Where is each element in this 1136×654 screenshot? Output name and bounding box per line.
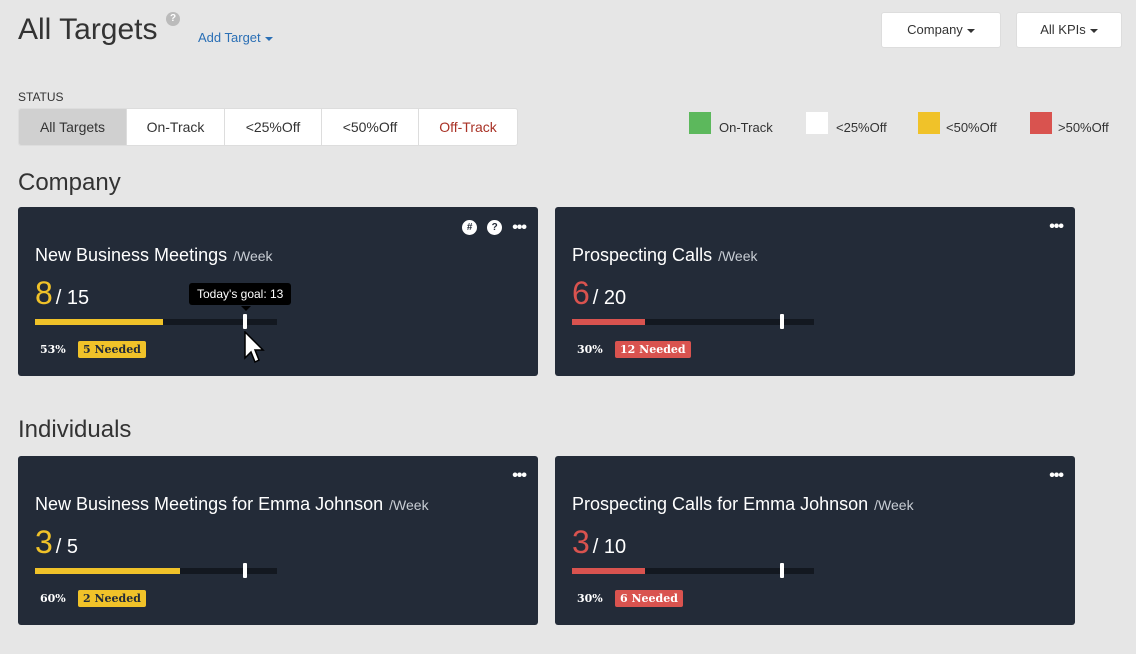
status-label: STATUS	[18, 90, 64, 104]
card-unit: /Week	[874, 497, 914, 513]
goal-tooltip: Today's goal: 13	[189, 283, 292, 305]
card-title: New Business Meetings/Week	[35, 245, 273, 266]
section-title-individuals: Individuals	[18, 416, 132, 443]
legend-swatch	[689, 112, 711, 134]
card-unit: /Week	[233, 248, 273, 264]
more-icon[interactable]: •••	[1049, 468, 1064, 484]
card-value: 8/ 15	[35, 275, 89, 312]
legend-label: On-Track	[719, 120, 773, 135]
card-actual: 8	[35, 275, 53, 311]
caret-down-icon	[1089, 28, 1098, 33]
card-target-value: 20	[603, 287, 627, 309]
card-target-separator: /	[55, 287, 67, 309]
more-icon[interactable]: •••	[512, 219, 527, 235]
target-card[interactable]: ••• New Business Meetings for Emma Johns…	[18, 456, 538, 625]
status-on-track-button[interactable]: On-Track	[127, 109, 225, 145]
card-actual: 6	[572, 275, 590, 311]
status-25-off-button[interactable]: <25%Off	[225, 109, 322, 145]
card-target-separator: /	[592, 287, 604, 309]
progress-percent: 53%	[40, 343, 66, 356]
progress-bar	[35, 568, 277, 574]
add-target-dropdown[interactable]: Add Target	[198, 30, 273, 45]
needed-badge: 2 Needed	[78, 590, 146, 607]
card-target-separator: /	[592, 536, 604, 558]
card-target-value: 15	[66, 287, 90, 309]
progress-bar	[572, 319, 814, 325]
card-target-separator: /	[55, 536, 67, 558]
card-title-text: Prospecting Calls for Emma Johnson	[572, 494, 869, 514]
progress-bar	[35, 319, 277, 325]
more-icon[interactable]: •••	[1049, 219, 1064, 235]
card-actions: •••	[1049, 219, 1064, 235]
hash-icon[interactable]: #	[462, 220, 478, 235]
more-icon[interactable]: •••	[512, 468, 527, 484]
status-all-targets-button[interactable]: All Targets	[19, 109, 127, 145]
question-circle-icon[interactable]: ?	[166, 12, 180, 26]
card-target-value: 10	[603, 536, 627, 558]
card-value: 6/ 20	[572, 275, 626, 312]
card-target: / 20	[593, 287, 626, 309]
card-value: 3/ 10	[572, 524, 626, 561]
legend-label: >50%Off	[1058, 120, 1109, 135]
card-title-text: Prospecting Calls	[572, 245, 713, 265]
company-dropdown[interactable]: Company	[881, 12, 1001, 48]
progress-fill	[35, 568, 180, 574]
mouse-pointer-icon	[244, 330, 266, 372]
progress-fill	[572, 319, 645, 325]
card-title: New Business Meetings for Emma Johnson/W…	[35, 494, 429, 515]
card-target: / 15	[56, 287, 89, 309]
card-target: / 5	[56, 536, 78, 558]
needed-badge: 5 Needed	[78, 341, 146, 358]
goal-marker[interactable]	[243, 314, 247, 329]
card-unit: /Week	[718, 248, 758, 264]
status-50-off-button[interactable]: <50%Off	[322, 109, 419, 145]
card-actions: # ? •••	[462, 219, 527, 235]
help-icon[interactable]: ?	[487, 220, 503, 235]
legend-label: <50%Off	[946, 120, 997, 135]
card-actual: 3	[572, 524, 590, 560]
page-title: All Targets	[18, 13, 158, 46]
legend-swatch	[918, 112, 940, 134]
card-title: Prospecting Calls/Week	[572, 245, 758, 266]
card-target: / 10	[593, 536, 626, 558]
card-title-text: New Business Meetings for Emma Johnson	[35, 494, 384, 514]
card-title: Prospecting Calls for Emma Johnson/Week	[572, 494, 914, 515]
target-card[interactable]: ••• Prospecting Calls for Emma Johnson/W…	[555, 456, 1075, 625]
needed-badge: 6 Needed	[615, 590, 683, 607]
card-actions: •••	[512, 468, 527, 484]
goal-marker[interactable]	[243, 563, 247, 578]
card-value: 3/ 5	[35, 524, 78, 561]
card-unit: /Week	[389, 497, 429, 513]
goal-marker[interactable]	[780, 314, 784, 329]
kpis-dropdown[interactable]: All KPIs	[1016, 12, 1122, 48]
kpis-dropdown-label: All KPIs	[1040, 22, 1086, 37]
needed-badge: 12 Needed	[615, 341, 691, 358]
status-off-track-button[interactable]: Off-Track	[419, 109, 517, 145]
progress-percent: 60%	[40, 592, 66, 605]
legend-swatch	[806, 112, 828, 134]
legend-label: <25%Off	[836, 120, 887, 135]
target-card[interactable]: ••• Prospecting Calls/Week 6/ 20 30% 12 …	[555, 207, 1075, 376]
company-dropdown-label: Company	[907, 22, 963, 37]
progress-percent: 30%	[577, 592, 603, 605]
add-target-label: Add Target	[198, 30, 261, 45]
progress-percent: 30%	[577, 343, 603, 356]
progress-fill	[35, 319, 163, 325]
tooltip-arrow	[241, 306, 251, 311]
legend-swatch	[1030, 112, 1052, 134]
card-actions: •••	[1049, 468, 1064, 484]
caret-down-icon	[966, 28, 975, 33]
card-actual: 3	[35, 524, 53, 560]
status-filter-group: All Targets On-Track <25%Off <50%Off Off…	[18, 108, 518, 146]
progress-fill	[572, 568, 645, 574]
card-target-value: 5	[66, 536, 79, 558]
progress-bar	[572, 568, 814, 574]
goal-marker[interactable]	[780, 563, 784, 578]
caret-down-icon	[264, 36, 273, 41]
card-title-text: New Business Meetings	[35, 245, 228, 265]
section-title-company: Company	[18, 169, 121, 196]
